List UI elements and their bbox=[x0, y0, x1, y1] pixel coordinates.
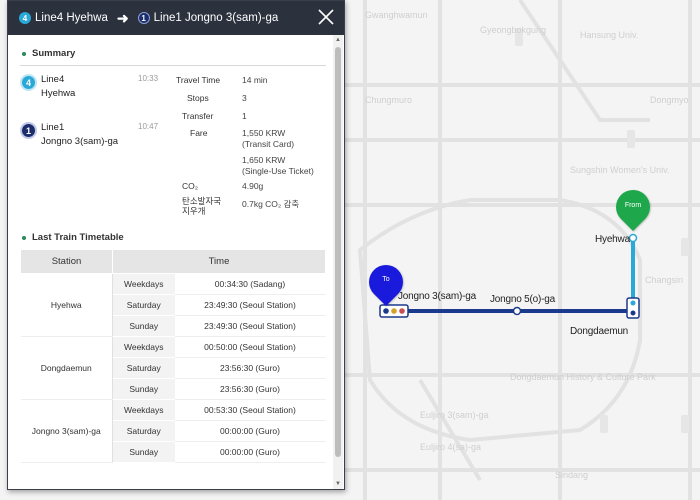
time-cell: 00:00:00 (Guro) bbox=[174, 441, 326, 463]
time-cell: 23:56:30 (Guro) bbox=[174, 378, 326, 400]
day-cell: Sunday bbox=[112, 378, 175, 400]
line1-badge: 1 bbox=[137, 12, 150, 24]
line4-badge: 4 bbox=[19, 12, 31, 24]
timetable-heading: Last Train Timetable bbox=[20, 232, 332, 243]
map-station-dongdaemun[interactable]: Dongdaemun bbox=[570, 326, 628, 337]
transfer-label: Transfer bbox=[182, 111, 214, 121]
scroll-up-icon[interactable]: ▲ bbox=[334, 37, 342, 43]
fare-label: Fare bbox=[190, 128, 208, 138]
time-cell: 00:34:30 (Sadang) bbox=[174, 273, 326, 295]
scroll-thumb[interactable] bbox=[335, 47, 341, 457]
table-row: Dongdaemun Weekdays 00:50:00 (Seoul Stat… bbox=[20, 336, 326, 400]
co2-label: CO₂ bbox=[182, 181, 199, 191]
arrow-right-icon: ➜ bbox=[116, 9, 129, 26]
panel-header: 4 Line4 Hyehwa ➜ 1 Line1 Jongno 3(sam)-g… bbox=[8, 1, 344, 35]
fare-card-note: (Transit Card) bbox=[242, 139, 295, 149]
time-cell: 23:49:30 (Seoul Station) bbox=[174, 315, 326, 337]
day-cell: Weekdays bbox=[112, 336, 175, 358]
carbon-eraser-label-2: 지우개 bbox=[182, 206, 206, 216]
day-cell: Saturday bbox=[112, 420, 175, 442]
close-icon[interactable] bbox=[316, 7, 336, 27]
stop-line: Line4 bbox=[41, 74, 65, 85]
header-to-station: Line1 Jongno 3(sam)-ga bbox=[153, 12, 279, 24]
bullet-icon bbox=[22, 51, 26, 56]
day-cell: Weekdays bbox=[112, 273, 175, 295]
time-cell: 23:49:30 (Seoul Station) bbox=[174, 294, 326, 316]
stop-time: 10:47 bbox=[138, 122, 159, 131]
col-header-station: Station bbox=[20, 249, 113, 274]
carbon-eraser-value: 0.7kg CO₂ 감축 bbox=[242, 199, 300, 209]
station-node-jongno5 bbox=[512, 306, 522, 316]
time-cell: 00:00:00 (Guro) bbox=[174, 420, 326, 442]
travel-time-value: 14 min bbox=[242, 75, 268, 85]
summary-section: 4 Line4 Hyehwa 10:33 1 Line1 Jongno 3(sa… bbox=[20, 66, 332, 218]
panel-body: Summary 4 Line4 Hyehwa 10:33 1 Line1 Jon… bbox=[8, 35, 332, 489]
co2-value: 4.90g bbox=[242, 181, 264, 191]
route-panel: 4 Line4 Hyehwa ➜ 1 Line1 Jongno 3(sam)-g… bbox=[7, 0, 345, 490]
fare-card: 1,550 KRW bbox=[242, 128, 286, 138]
fare-ticket-note: (Single-Use Ticket) bbox=[242, 166, 314, 176]
table-row: Jongno 3(sam)-ga Weekdays 00:53:30 (Seou… bbox=[20, 399, 326, 463]
last-train-table: Station Time Hyehwa Weekdays 00:34:30 (S… bbox=[20, 249, 326, 463]
summary-heading: Summary bbox=[20, 48, 332, 59]
time-cell: 23:56:30 (Guro) bbox=[174, 357, 326, 379]
station-cell: Hyehwa bbox=[20, 273, 113, 337]
timetable-title: Last Train Timetable bbox=[32, 232, 124, 243]
scroll-down-icon[interactable]: ▼ bbox=[334, 481, 342, 487]
time-cell: 00:53:30 (Seoul Station) bbox=[174, 399, 326, 421]
line1-circle-icon: 1 bbox=[20, 122, 37, 139]
stop-station: Jongno 3(sam)-ga bbox=[41, 136, 119, 147]
day-cell: Saturday bbox=[112, 357, 175, 379]
summary-title: Summary bbox=[32, 48, 76, 59]
station-cell: Dongdaemun bbox=[20, 336, 113, 400]
header-from-station: Line4 Hyehwa bbox=[35, 12, 108, 24]
line4-circle-icon: 4 bbox=[20, 74, 37, 91]
col-header-time: Time bbox=[112, 249, 326, 274]
day-cell: Weekdays bbox=[112, 399, 175, 421]
stop-station: Hyehwa bbox=[41, 88, 76, 99]
day-cell: Sunday bbox=[112, 441, 175, 463]
day-cell: Saturday bbox=[112, 294, 175, 316]
bullet-icon bbox=[22, 235, 26, 240]
stop-line: Line1 bbox=[41, 122, 65, 133]
panel-scrollbar[interactable]: ▲ ▼ bbox=[333, 35, 343, 489]
map-station-jongno3[interactable]: Jongno 3(sam)-ga bbox=[398, 291, 476, 302]
stops-label: Stops bbox=[187, 93, 209, 103]
time-cell: 00:50:00 (Seoul Station) bbox=[174, 336, 326, 358]
to-pin-label: To bbox=[382, 276, 390, 283]
from-pin-label: From bbox=[624, 202, 642, 209]
map-station-hyehwa[interactable]: Hyehwa bbox=[595, 234, 630, 245]
station-node-hyehwa bbox=[628, 233, 638, 243]
stops-value: 3 bbox=[242, 93, 247, 103]
transfer-value: 1 bbox=[242, 111, 247, 121]
table-row: Hyehwa Weekdays 00:34:30 (Sadang) bbox=[20, 273, 326, 337]
day-cell: Sunday bbox=[112, 315, 175, 337]
fare-ticket: 1,650 KRW bbox=[242, 155, 286, 165]
stop-time: 10:33 bbox=[138, 74, 159, 83]
station-cell: Jongno 3(sam)-ga bbox=[20, 399, 113, 463]
travel-time-label: Travel Time bbox=[176, 75, 221, 85]
map-station-jongno5[interactable]: Jongno 5(o)-ga bbox=[490, 294, 555, 305]
